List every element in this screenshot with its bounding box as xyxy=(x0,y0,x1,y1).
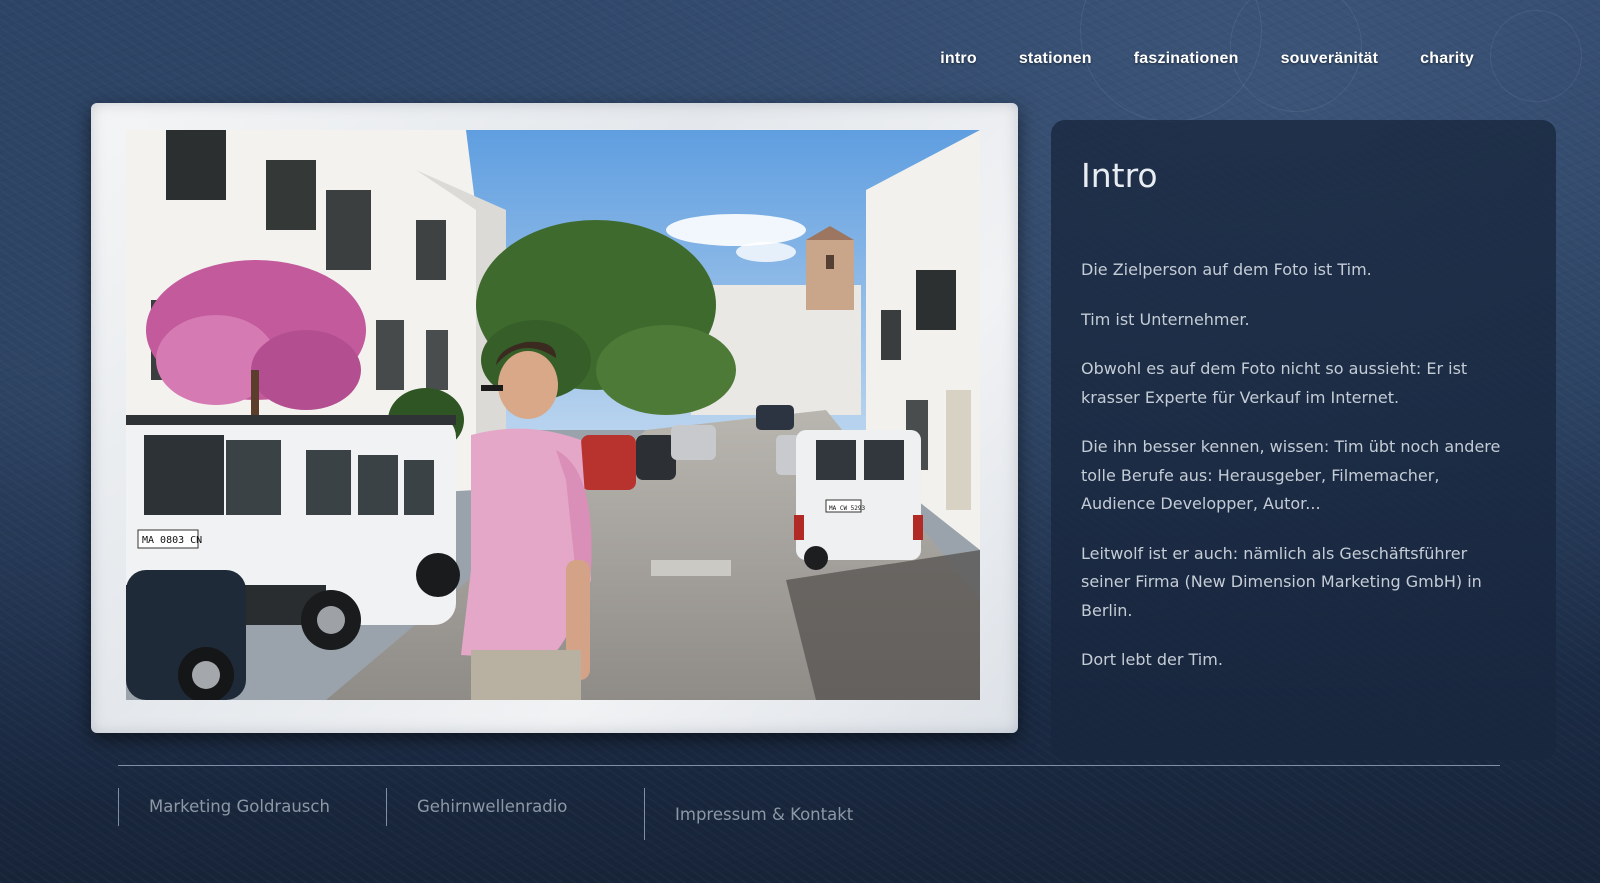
footer-link-marketing-goldrausch[interactable]: Marketing Goldrausch xyxy=(118,788,330,826)
nav-item-souveraenitaet[interactable]: souveränität xyxy=(1281,50,1379,68)
nav-item-faszinationen[interactable]: faszinationen xyxy=(1134,50,1239,68)
intro-paragraph: Leitwolf ist er auch: nämlich als Geschä… xyxy=(1081,543,1482,620)
footer-link-gehirnwellenradio[interactable]: Gehirnwellenradio xyxy=(386,788,567,826)
footer-divider xyxy=(118,765,1500,766)
intro-paragraph: Die ihn besser kennen, wissen: Tim übt n… xyxy=(1081,437,1501,513)
footer-link-impressum-kontakt[interactable]: Impressum & Kontakt xyxy=(644,788,853,840)
intro-title: Intro xyxy=(1081,156,1158,195)
nav-item-charity[interactable]: charity xyxy=(1420,50,1474,68)
intro-paragraph: Tim ist Unternehmer. xyxy=(1081,309,1250,329)
plate-left: MA 0803 CN xyxy=(142,535,202,546)
intro-paragraph: Obwohl es auf dem Foto nicht so aussieht… xyxy=(1081,359,1468,407)
intro-paragraph: Die Zielperson auf dem Foto ist Tim. xyxy=(1081,260,1372,279)
street-photo: MA CW 5293 MA 0803 CN xyxy=(126,130,980,700)
intro-paragraph: Dort lebt der Tim. xyxy=(1081,650,1223,669)
nav-item-intro[interactable]: intro xyxy=(940,50,977,68)
nav-item-stationen[interactable]: stationen xyxy=(1019,50,1092,68)
plate-right: MA CW 5293 xyxy=(829,505,866,512)
intro-panel: Intro Die Zielperson auf dem Foto ist Ti… xyxy=(1051,120,1556,760)
background-swirl xyxy=(1490,10,1582,102)
main-nav: intro stationen faszinationen souveränit… xyxy=(940,50,1474,68)
intro-text: Die Zielperson auf dem Foto ist Tim. Tim… xyxy=(1081,256,1501,696)
